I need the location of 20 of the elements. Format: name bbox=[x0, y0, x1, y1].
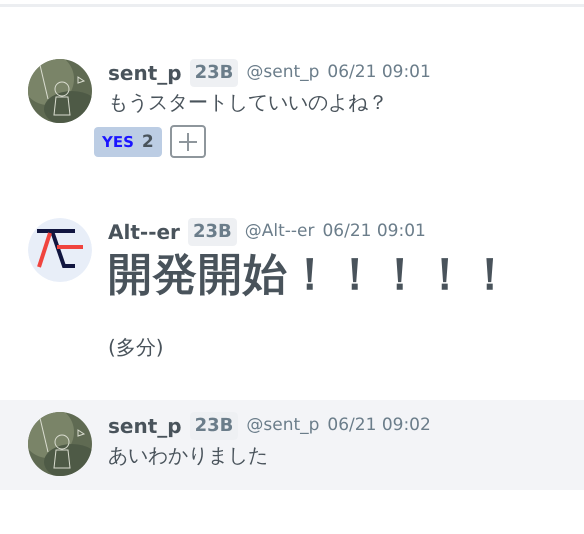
user-name: sent_p bbox=[108, 60, 182, 86]
user-name: Alt--er bbox=[108, 219, 180, 245]
timestamp: 06/21 09:01 bbox=[322, 220, 426, 244]
add-reaction-button[interactable] bbox=[170, 125, 206, 158]
user-tag: 23B bbox=[190, 412, 238, 440]
user-handle: @sent_p bbox=[246, 61, 320, 84]
user-tag: 23B bbox=[190, 59, 238, 87]
message-text: もうスタートしていいのよね？ bbox=[108, 89, 389, 116]
user-handle: @Alt--er bbox=[244, 220, 314, 244]
user-tag: 23B bbox=[188, 218, 237, 246]
timestamp: 06/21 09:01 bbox=[327, 61, 431, 84]
reaction-button[interactable]: YES 2 bbox=[94, 126, 162, 156]
message-text: (多分) bbox=[108, 334, 165, 361]
avatar-logo-icon bbox=[28, 218, 92, 282]
message-heading: 開発開始！！！！！ bbox=[108, 248, 514, 302]
plus-icon bbox=[178, 132, 198, 152]
message-text: あいわかりました bbox=[108, 442, 269, 469]
user-handle: @sent_p bbox=[246, 414, 320, 438]
timestamp: 06/21 09:02 bbox=[327, 414, 431, 438]
user-name: sent_p bbox=[108, 413, 182, 439]
